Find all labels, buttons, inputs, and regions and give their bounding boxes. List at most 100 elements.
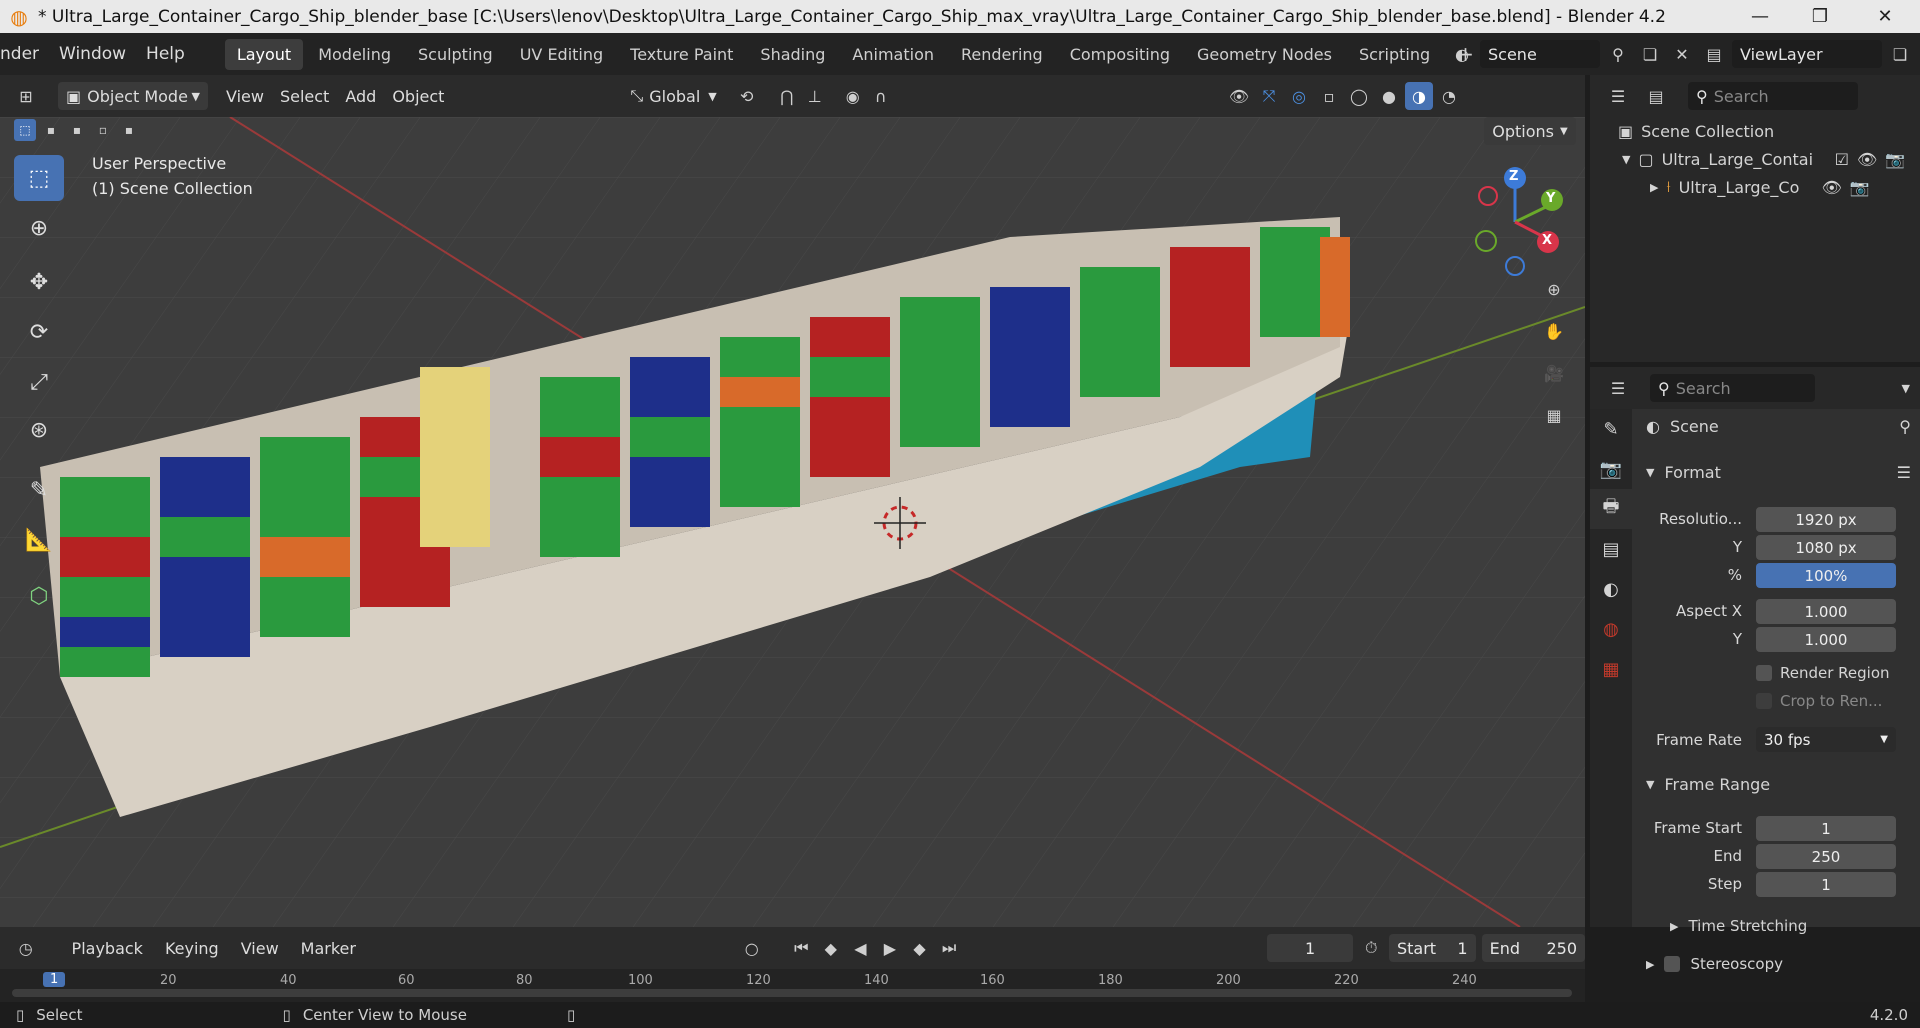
select-subtract-icon[interactable]: ▪ <box>66 119 88 141</box>
maximize-button[interactable]: ❐ <box>1790 0 1850 33</box>
select-invert-icon[interactable]: ▫ <box>92 119 114 141</box>
outliner-search-input[interactable]: ⚲ Search <box>1688 82 1858 110</box>
eye-icon[interactable]: 👁 <box>1822 178 1842 197</box>
stereoscopy-subpanel[interactable]: ▶ Stereoscopy <box>1646 955 1783 973</box>
add-cube-tool[interactable]: ⬡ <box>14 573 64 619</box>
camera-icon[interactable]: 📷 <box>1850 178 1870 197</box>
outliner-editor-icon[interactable]: ☰ <box>1604 82 1632 110</box>
close-button[interactable]: ✕ <box>1855 0 1915 33</box>
menu-object[interactable]: Object <box>384 82 452 110</box>
options-dropdown[interactable]: Options ▼ <box>1484 117 1576 145</box>
overlay-icon[interactable]: ◎ <box>1285 82 1313 110</box>
select-intersect-icon[interactable]: ▪ <box>118 119 140 141</box>
aspect-y-field[interactable]: 1.000 <box>1756 627 1896 652</box>
cursor-tool[interactable]: ⊕ <box>14 205 64 251</box>
list-icon[interactable]: ☰ <box>1897 463 1911 482</box>
tab-rendering[interactable]: Rendering <box>949 39 1055 70</box>
render-region-checkbox[interactable]: Render Region <box>1756 664 1890 682</box>
wireframe-shading-icon[interactable]: ◯ <box>1345 82 1373 110</box>
menu-view[interactable]: View <box>218 82 272 110</box>
select-extend-icon[interactable]: ▪ <box>40 119 62 141</box>
timeline-editor-icon[interactable]: ◷ <box>14 934 38 962</box>
format-panel-header[interactable]: ▼ Format ☰ <box>1646 463 1911 482</box>
scale-tool[interactable]: ⤢ <box>14 359 64 405</box>
checkbox-icon[interactable] <box>1664 956 1681 972</box>
menu-marker[interactable]: Marker <box>293 934 364 962</box>
tab-modeling[interactable]: Modeling <box>306 39 403 70</box>
proportional-edit-icon[interactable]: ◉ <box>839 82 867 110</box>
scene-selector[interactable]: Scene <box>1480 40 1600 68</box>
move-tool[interactable]: ✥ <box>14 259 64 305</box>
playhead[interactable]: 1 <box>43 972 66 987</box>
checkbox-icon[interactable]: ☑ <box>1835 150 1849 169</box>
3d-viewport[interactable]: ⬚ ▪ ▪ ▫ ▪ Options ▼ User Perspective (1)… <box>0 117 1585 927</box>
play-icon[interactable]: ▶ <box>878 934 902 962</box>
scene-icon[interactable]: ◐ <box>1448 40 1476 68</box>
pivot-icon[interactable]: ⟲ <box>733 82 761 110</box>
texture-tab-icon[interactable]: ▦ <box>1590 649 1632 689</box>
annotate-tool[interactable]: ✎ <box>14 467 64 513</box>
next-keyframe-icon[interactable]: ◆ <box>908 934 932 962</box>
select-box-tool[interactable]: ⬚ <box>14 155 64 201</box>
menu-keying[interactable]: Keying <box>157 934 227 962</box>
tab-texture-paint[interactable]: Texture Paint <box>618 39 745 70</box>
snap-target-icon[interactable]: ⊥ <box>801 82 829 110</box>
visibility-icon[interactable]: 👁 <box>1225 82 1253 110</box>
snap-icon[interactable]: ⋂ <box>773 82 801 110</box>
new-scene-icon[interactable]: ❏ <box>1636 40 1664 68</box>
frame-range-panel-header[interactable]: ▼ Frame Range <box>1646 775 1911 794</box>
falloff-icon[interactable]: ∩ <box>867 82 895 110</box>
properties-editor-icon[interactable]: ☰ <box>1604 374 1632 402</box>
select-new-icon[interactable]: ⬚ <box>14 119 36 141</box>
rotate-tool[interactable]: ⟳ <box>14 309 64 355</box>
frame-end-field[interactable]: 250 <box>1756 844 1896 869</box>
tab-layout[interactable]: Layout <box>224 38 304 70</box>
measure-tool[interactable]: 📐 <box>14 517 64 563</box>
timeline-scrollbar[interactable] <box>12 989 1572 997</box>
menu-add[interactable]: Add <box>337 82 384 110</box>
resolution-pct-field[interactable]: 100% <box>1756 563 1896 588</box>
end-frame-field[interactable]: End 250 <box>1481 934 1586 962</box>
frame-start-field[interactable]: 1 <box>1756 816 1896 841</box>
time-stretching-subpanel[interactable]: ▶ Time Stretching <box>1670 917 1807 935</box>
xray-icon[interactable]: ▫ <box>1315 82 1343 110</box>
delete-scene-icon[interactable]: ✕ <box>1668 40 1696 68</box>
viewlayer-icon[interactable]: ▤ <box>1700 40 1728 68</box>
frame-rate-dropdown[interactable]: 30 fps ▼ <box>1756 727 1896 752</box>
camera-view-icon[interactable]: 🎥 <box>1540 359 1568 387</box>
start-frame-field[interactable]: Start 1 <box>1388 934 1476 962</box>
prev-keyframe-icon[interactable]: ◆ <box>819 934 843 962</box>
chevron-down-icon[interactable]: ▼ <box>1902 382 1910 395</box>
pin-icon[interactable]: ⚲ <box>1604 40 1632 68</box>
zoom-icon[interactable]: ⊕ <box>1540 275 1568 303</box>
solid-shading-icon[interactable]: ● <box>1375 82 1403 110</box>
current-frame-field[interactable]: 1 <box>1266 934 1354 962</box>
timeline-ruler[interactable]: 1 20 40 60 80 100 120 140 160 180 200 22… <box>0 969 1585 1002</box>
menu-render[interactable]: nder <box>0 44 49 64</box>
transform-orientation-dropdown[interactable]: ⤡ Global ▼ <box>622 82 724 110</box>
display-mode-icon[interactable]: ▤ <box>1642 82 1670 110</box>
ortho-grid-icon[interactable]: ▦ <box>1540 401 1568 429</box>
scene-collection-row[interactable]: ▣ Scene Collection <box>1590 117 1920 145</box>
frame-step-field[interactable]: 1 <box>1756 872 1896 897</box>
tab-compositing[interactable]: Compositing <box>1058 39 1182 70</box>
stopwatch-icon[interactable]: ⏱ <box>1359 934 1383 962</box>
menu-timeline-view[interactable]: View <box>233 934 287 962</box>
camera-icon[interactable]: 📷 <box>1885 150 1905 169</box>
material-shading-icon[interactable]: ◑ <box>1405 82 1433 110</box>
tab-shading[interactable]: Shading <box>748 39 837 70</box>
aspect-x-field[interactable]: 1.000 <box>1756 599 1896 624</box>
tab-scripting[interactable]: Scripting <box>1347 39 1442 70</box>
keying-record-icon[interactable]: ○ <box>740 934 764 962</box>
jump-end-icon[interactable]: ⏭ <box>937 934 961 962</box>
crop-checkbox[interactable]: Crop to Ren... <box>1756 692 1882 710</box>
pin-icon[interactable]: ⚲ <box>1899 417 1911 436</box>
properties-search-input[interactable]: ⚲ Search <box>1650 374 1815 402</box>
transform-tool[interactable]: ⊛ <box>14 407 64 453</box>
tab-sculpting[interactable]: Sculpting <box>406 39 505 70</box>
menu-select[interactable]: Select <box>272 82 337 110</box>
outliner-item-collection[interactable]: ▼ ▢ Ultra_Large_Contai ☑ 👁 📷 <box>1590 145 1920 173</box>
tab-animation[interactable]: Animation <box>840 39 946 70</box>
pan-hand-icon[interactable]: ✋ <box>1540 317 1568 345</box>
editor-type-icon[interactable]: ⊞ <box>12 82 40 110</box>
